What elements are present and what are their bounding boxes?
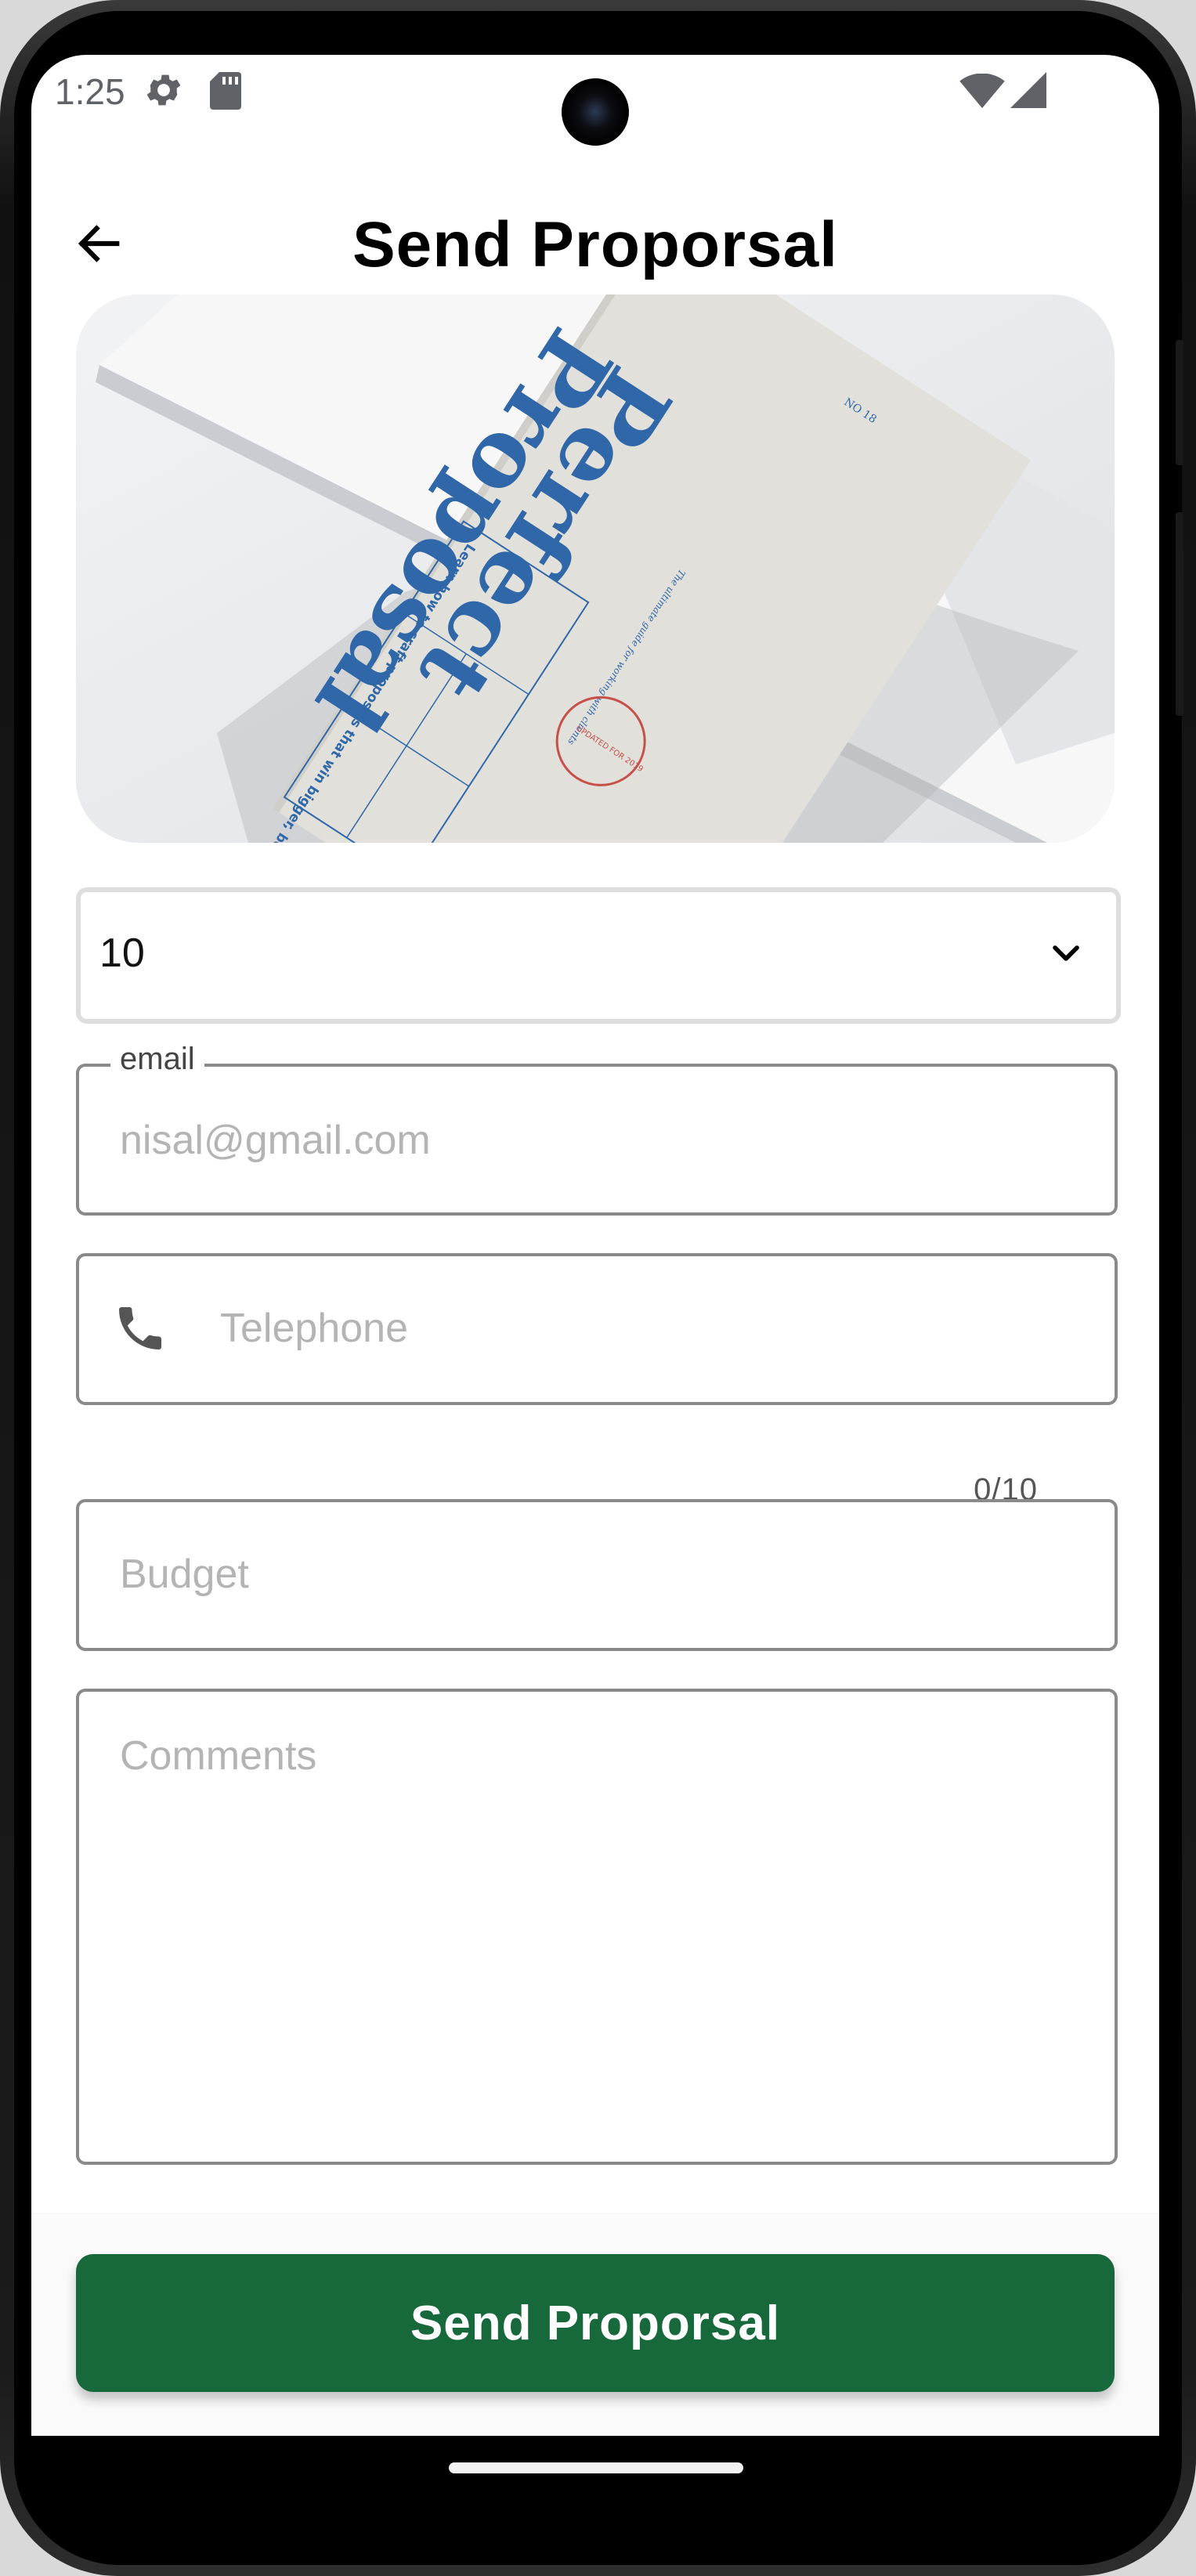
quantity-dropdown-value: 10 [99,930,145,976]
proposal-cover-image: NO 18 The ultimate guide for working wit… [76,294,1115,843]
telephone-field[interactable] [76,1253,1118,1405]
email-field[interactable]: email [76,1042,1118,1216]
system-nav-bar [31,2436,1159,2498]
quantity-dropdown[interactable]: 10 [76,887,1121,1024]
power-key [1176,340,1183,465]
comments-field[interactable] [76,1689,1118,2165]
app-screen: 1:25 Send Proporsal NO 18 The ultimate g… [31,55,1159,2436]
gear-icon [146,74,181,106]
page-title: Send Proporsal [352,209,839,280]
home-gesture-handle[interactable] [449,2462,743,2473]
status-time: 1:25 [55,71,125,112]
wifi-icon [959,74,1005,109]
send-proposal-button[interactable]: Send Proporsal [76,2254,1115,2392]
cell-signal-icon [1010,72,1046,108]
front-camera [562,78,629,146]
budget-input[interactable] [120,1551,1060,1598]
chevron-down-icon [1053,945,1079,961]
app-bar: Send Proporsal [31,196,1159,290]
budget-field[interactable] [76,1499,1118,1651]
comments-input[interactable] [120,1732,1060,2124]
email-input[interactable] [120,1117,1060,1164]
volume-key [1176,512,1183,716]
email-field-label: email [110,1042,204,1077]
proposal-cover-illustration: NO 18 The ultimate guide for working wit… [76,294,1115,843]
telephone-input[interactable] [220,1305,1066,1352]
phone-icon [119,1307,161,1349]
sd-card-icon [210,72,241,110]
